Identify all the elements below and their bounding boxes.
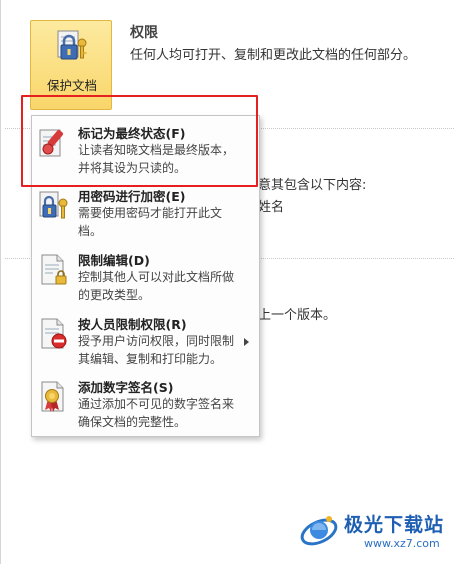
menu-item-encrypt-password[interactable]: 用密码进行加密(E) 需要使用密码才能打开此文 档。 (32, 186, 259, 244)
watermark: 极光下载站 www.xz7.com (290, 500, 455, 558)
menu-item-title: 限制编辑(D) (78, 253, 150, 268)
menu-item-digital-signature[interactable]: 添加数字签名(S) 通过添加不可见的数字签名来 确保文档的完整性。 (32, 377, 259, 435)
restrict-editing-icon (41, 254, 67, 285)
menu-item-description: 授予用户访问权限，同时限制 其编辑、复制和打印能力。 (78, 334, 235, 366)
lock-key-icon (57, 30, 87, 60)
menu-item-restrict-editing[interactable]: 限制编辑(D) 控制其他人可以对此文档所做 的更改类型。 (32, 250, 259, 308)
inspect-text-line: 姓名 (258, 200, 285, 215)
watermark-title: 极光下载站 (344, 514, 445, 536)
digital-signature-icon (41, 381, 64, 412)
watermark-url: www.xz7.com (364, 537, 440, 550)
menu-item-restrict-by-people[interactable]: 按人员限制权限(R) 授予用户访问权限，同时限制 其编辑、复制和打印能力。 (32, 314, 259, 372)
protect-document-label: 保护文档 (46, 78, 97, 93)
menu-item-description: 控制其他人可以对此文档所做 的更改类型。 (78, 270, 235, 302)
highlight-annotation-box (21, 95, 258, 187)
restrict-by-people-icon (41, 318, 67, 349)
menu-item-description: 通过添加不可见的数字签名来 确保文档的完整性。 (78, 397, 235, 429)
menu-item-title: 用密码进行加密(E) (78, 189, 186, 204)
permissions-description: 任何人均可打开、复制和更改此文档的任何部分。 (130, 48, 417, 63)
versions-text-line: 上一个版本。 (258, 308, 337, 323)
inspect-text-line: 意其包含以下内容: (258, 178, 367, 193)
site-logo-icon (300, 516, 338, 546)
menu-item-description: 需要使用密码才能打开此文 档。 (78, 206, 223, 238)
panel-left-border (0, 0, 1, 564)
menu-item-title: 按人员限制权限(R) (78, 317, 187, 332)
submenu-arrow-icon (244, 338, 249, 346)
encrypt-password-icon (39, 191, 68, 219)
menu-item-title: 添加数字签名(S) (78, 380, 174, 395)
permissions-title: 权限 (130, 25, 158, 41)
